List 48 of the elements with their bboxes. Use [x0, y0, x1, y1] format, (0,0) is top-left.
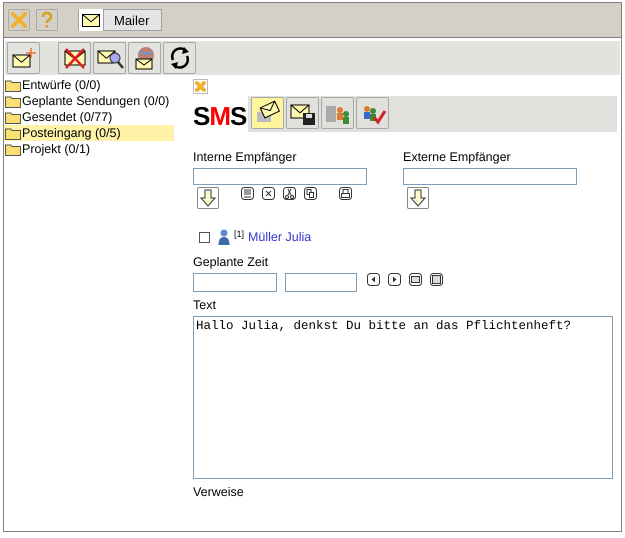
remove-button[interactable]	[262, 187, 275, 200]
folder-item[interactable]: Geplante Sendungen (0/0)	[4, 93, 174, 109]
next-button[interactable]	[388, 273, 401, 286]
refresh-button[interactable]	[163, 42, 196, 74]
search-mail-button[interactable]	[93, 42, 126, 74]
down-arrow-button[interactable]	[407, 187, 429, 209]
previous-button[interactable]	[367, 273, 380, 286]
folder-item[interactable]: Projekt (0/1)	[4, 141, 174, 157]
input-field[interactable]	[193, 168, 367, 185]
folder-item[interactable]: Gesendet (0/77)	[4, 109, 174, 125]
envelope-disk-icon	[290, 104, 315, 125]
question-icon	[40, 11, 54, 29]
users-check-icon	[364, 106, 386, 125]
tool-button[interactable]	[286, 97, 320, 129]
checkbox[interactable]	[199, 232, 210, 242]
folder-icon	[5, 94, 21, 108]
delete-mail-button[interactable]	[58, 42, 91, 74]
people-icon	[326, 106, 349, 124]
down-arrow-button[interactable]	[197, 187, 219, 209]
field-label: Externe Empfänger	[403, 150, 512, 165]
web-mail-button[interactable]	[128, 42, 161, 74]
person-icon	[218, 229, 230, 245]
folder-item[interactable]: Posteingang (0/5)	[4, 125, 174, 141]
sms-logo: SMS	[193, 101, 246, 131]
envelope-icon	[82, 14, 100, 26]
tool-button[interactable]	[251, 97, 284, 129]
folder-icon	[5, 126, 21, 140]
field-label: Text	[193, 298, 217, 313]
field-label: Interne Empfänger	[193, 150, 298, 165]
time-field[interactable]	[285, 273, 357, 292]
recipient-link[interactable]: Müller Julia	[248, 230, 312, 244]
date-field[interactable]	[193, 273, 277, 292]
calendar-button[interactable]	[430, 273, 443, 286]
list-button[interactable]	[241, 187, 254, 200]
field-label: Geplante Zeit	[193, 255, 270, 270]
cut-button[interactable]	[283, 187, 296, 200]
recipient-index: [1]	[234, 229, 244, 239]
field-label: Verweise	[193, 485, 245, 500]
mailer-tab[interactable]: Mailer	[78, 9, 162, 31]
input-field[interactable]	[403, 168, 577, 185]
copy-button[interactable]	[304, 187, 317, 200]
print-button[interactable]	[339, 187, 352, 200]
new-mail-button[interactable]	[7, 42, 40, 74]
folder-item[interactable]: Entwürfe (0/0)	[4, 77, 174, 93]
envelope-icon	[256, 100, 280, 122]
message-field[interactable]: Hallo Julia, denkst Du bitte an das Pflichtenheft?	[193, 316, 613, 479]
calendar-button[interactable]	[409, 273, 422, 286]
folder-icon	[5, 78, 21, 92]
